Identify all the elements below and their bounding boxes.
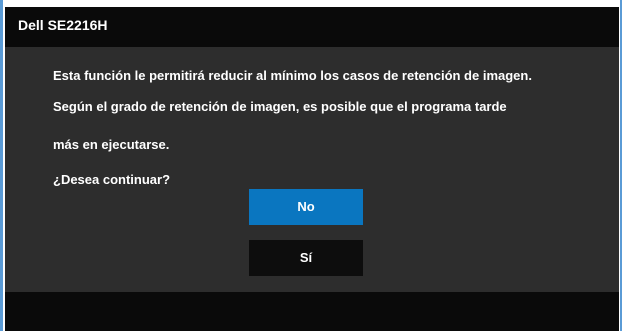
yes-button[interactable]: Sí bbox=[249, 240, 363, 276]
top-strip bbox=[0, 0, 622, 7]
screenshot-frame: Dell SE2216H Esta función le permitirá r… bbox=[0, 0, 622, 331]
message-line-3: más en ejecutarse. bbox=[53, 137, 170, 152]
osd-dialog: Dell SE2216H Esta función le permitirá r… bbox=[5, 7, 619, 331]
left-border bbox=[0, 0, 3, 331]
title-bar: Dell SE2216H bbox=[5, 7, 619, 47]
no-button[interactable]: No bbox=[249, 189, 363, 225]
message-line-1: Esta función le permitirá reducir al mín… bbox=[53, 68, 532, 83]
confirm-question: ¿Desea continuar? bbox=[53, 172, 171, 187]
footer-bar bbox=[5, 292, 619, 331]
monitor-title: Dell SE2216H bbox=[18, 17, 108, 33]
message-line-2: Según el grado de retención de imagen, e… bbox=[53, 99, 507, 114]
